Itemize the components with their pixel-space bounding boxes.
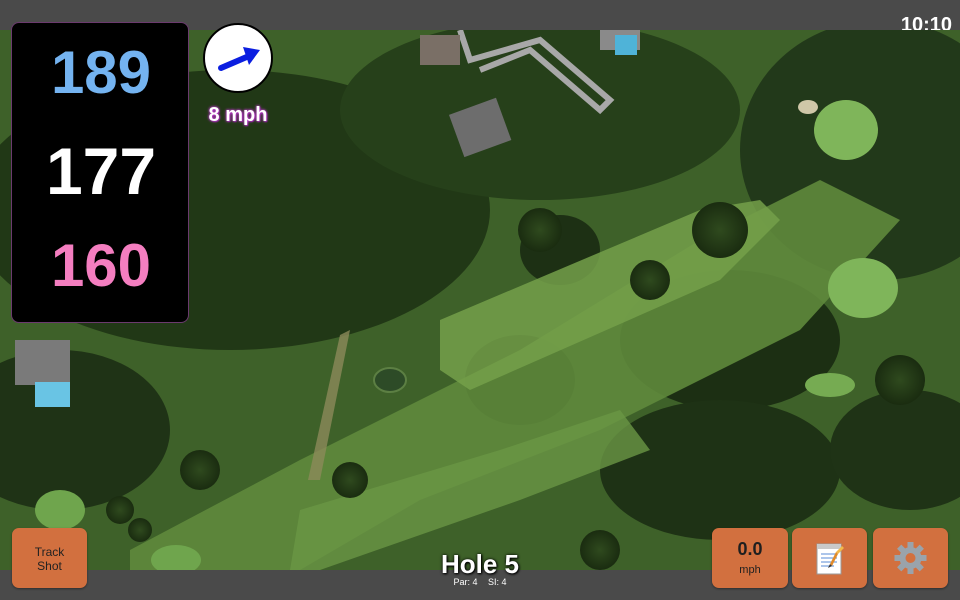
par-label: Par: 4 bbox=[453, 577, 478, 587]
front-distance: 160 bbox=[50, 232, 152, 299]
speed-unit: mph bbox=[739, 564, 761, 576]
wind-arrow-icon bbox=[218, 47, 260, 71]
gear-icon bbox=[894, 542, 927, 574]
settings-button[interactable] bbox=[873, 528, 948, 588]
notes-button[interactable] bbox=[792, 528, 867, 588]
track-shot-label-2: Shot bbox=[37, 559, 62, 573]
hole-title[interactable]: Hole 5 bbox=[380, 549, 580, 579]
speed-button[interactable]: 0.0 mph bbox=[712, 528, 788, 588]
notepad-icon bbox=[816, 543, 844, 575]
golf-gps-screen: 10:10 189 177 160 8 mph Track Shot Hole … bbox=[0, 0, 960, 600]
si-label: SI: 4 bbox=[488, 577, 507, 587]
speed-value: 0.0 bbox=[737, 539, 763, 559]
track-shot-label-1: Track bbox=[34, 545, 65, 559]
wind-speed: 8 mph bbox=[208, 104, 268, 126]
distance-panel: 189 177 160 bbox=[11, 22, 189, 323]
track-shot-button[interactable]: Track Shot bbox=[12, 528, 87, 588]
wind-indicator bbox=[203, 23, 273, 93]
back-distance: 189 bbox=[50, 39, 152, 106]
hole-info: Par: 4 SI: 4 bbox=[380, 577, 580, 587]
center-distance: 177 bbox=[45, 134, 157, 208]
